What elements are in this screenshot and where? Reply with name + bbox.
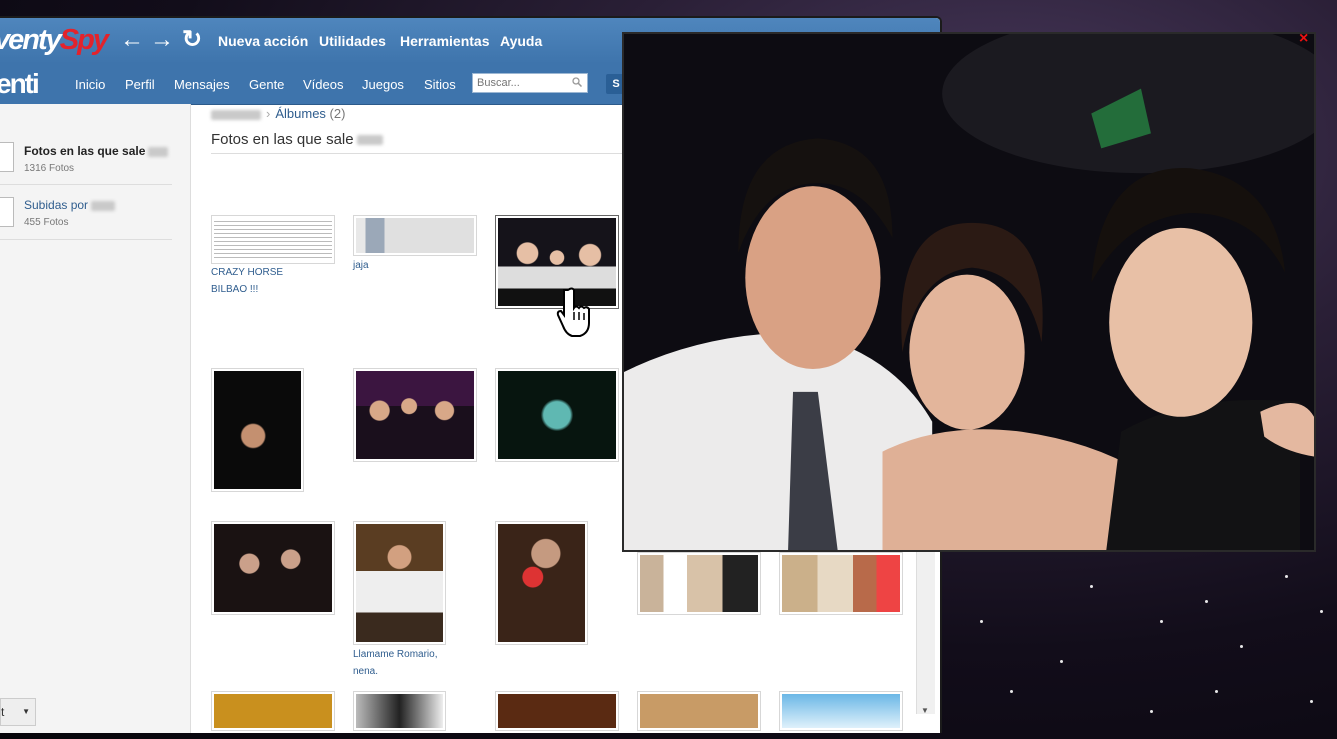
divider	[0, 184, 172, 185]
site-logo[interactable]: enti	[0, 68, 40, 100]
nav-sitios[interactable]: Sitios	[424, 77, 456, 92]
photo-thumb[interactable]	[495, 521, 588, 645]
photo-thumb[interactable]	[211, 368, 304, 492]
nav-inicio[interactable]: Inicio	[75, 77, 105, 92]
page-title-text: Fotos en las que sale	[211, 131, 354, 148]
menu-utilidades[interactable]: Utilidades	[319, 33, 386, 49]
nav-gente[interactable]: Gente	[249, 77, 284, 92]
reload-icon[interactable]: ↻	[182, 28, 202, 52]
blurred-user	[211, 109, 261, 120]
nav-perfil[interactable]: Perfil	[125, 77, 155, 92]
photo-thumb[interactable]	[779, 691, 903, 731]
photo-thumb[interactable]	[353, 215, 477, 256]
breadcrumb-albums[interactable]: Álbumes	[275, 106, 326, 121]
scroll-down-arrow-icon[interactable]: ▼	[916, 706, 934, 716]
menu-herramientas[interactable]: Herramientas	[400, 33, 490, 49]
search-input[interactable]	[472, 73, 588, 93]
photo-caption[interactable]: Llamame Romario, nena.	[353, 646, 437, 680]
blurred-name	[356, 135, 383, 146]
photo-thumb[interactable]	[637, 552, 761, 615]
nav-videos[interactable]: Vídeos	[303, 77, 343, 92]
logo-text-red: Spy	[59, 24, 109, 56]
photo-thumb[interactable]	[353, 691, 446, 731]
menu-ayuda[interactable]: Ayuda	[500, 33, 542, 49]
dropdown-label: t	[1, 705, 5, 719]
hand-cursor-icon	[556, 287, 590, 337]
chevron-down-icon: ▼	[22, 707, 30, 716]
divider	[0, 239, 172, 240]
breadcrumb: › Álbumes (2)	[211, 106, 345, 121]
photo-thumb[interactable]	[637, 691, 761, 731]
forward-arrow-icon[interactable]: →	[150, 28, 174, 52]
menu-nueva-accion[interactable]: Nueva acción	[218, 33, 308, 49]
album-thumb	[0, 197, 14, 227]
photo-thumb[interactable]	[211, 691, 335, 731]
photo-caption[interactable]: jaja	[353, 257, 369, 274]
blurred-name	[91, 200, 116, 211]
close-icon[interactable]: ×	[1299, 30, 1308, 48]
sidebar-item-count: 455 Fotos	[24, 217, 69, 228]
photo-thumb[interactable]	[495, 368, 619, 462]
back-arrow-icon[interactable]: ←	[120, 28, 144, 52]
nav-juegos[interactable]: Juegos	[362, 77, 404, 92]
app-logo[interactable]: ventySpy	[0, 24, 109, 57]
search-icon[interactable]	[572, 77, 582, 87]
sidebar-item-title: Subidas por	[24, 198, 89, 212]
photo-thumb[interactable]	[211, 215, 335, 264]
photo-thumb[interactable]	[211, 521, 335, 615]
page-title: Fotos en las que sale	[211, 131, 383, 148]
logo-text: venty	[0, 24, 62, 56]
blurred-name	[148, 146, 169, 157]
divider	[211, 153, 631, 154]
photo-caption[interactable]: CRAZY HORSE BILBAO !!!	[211, 264, 283, 298]
breadcrumb-count: (2)	[329, 106, 346, 121]
album-thumb	[0, 142, 14, 172]
photo-thumb[interactable]	[353, 521, 446, 645]
photo-thumb[interactable]	[779, 552, 903, 615]
sidebar-item-count: 1316 Fotos	[24, 163, 75, 174]
enlarged-photo	[624, 34, 1314, 550]
photo-thumb[interactable]	[495, 691, 619, 731]
photo-viewer	[622, 32, 1316, 552]
photo-thumb[interactable]	[353, 368, 477, 462]
sidebar-item-title: Fotos en las que sale	[24, 144, 146, 158]
album-sidebar: Fotos en las que sale 1316 Fotos Subidas…	[0, 104, 191, 733]
nav-mensajes[interactable]: Mensajes	[174, 77, 230, 92]
sidebar-dropdown[interactable]: t ▼	[0, 698, 36, 726]
